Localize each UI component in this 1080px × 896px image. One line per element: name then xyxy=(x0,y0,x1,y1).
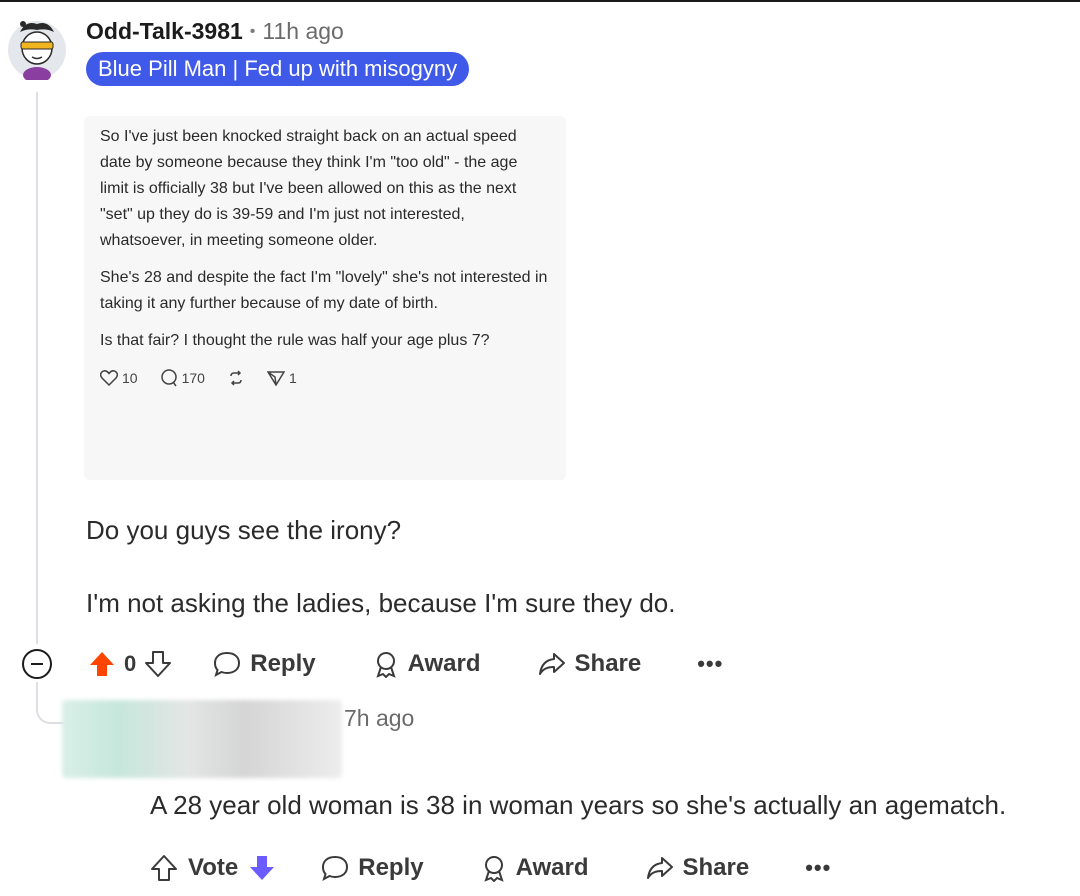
vote-label: Vote xyxy=(188,854,239,881)
send-icon xyxy=(266,371,285,386)
timestamp[interactable]: 11h ago xyxy=(262,18,343,45)
embed-repost xyxy=(227,370,245,386)
embedded-post-image[interactable]: So I've just been knocked straight back … xyxy=(84,116,566,480)
reply-actions: Vote Reply Award Share ••• xyxy=(150,848,831,888)
embed-likes: 10 xyxy=(100,365,138,391)
share-label: Share xyxy=(574,650,642,677)
reply-timestamp[interactable]: 7h ago xyxy=(344,705,414,732)
user-flair: Blue Pill Man | Fed up with misogyny xyxy=(86,52,470,86)
username[interactable]: Odd-Talk-3981 xyxy=(86,18,243,45)
award-label: Award xyxy=(407,650,481,677)
reply-label: Reply xyxy=(358,854,424,881)
share-button[interactable]: Share xyxy=(645,854,750,882)
reply-button[interactable]: Reply xyxy=(212,650,316,678)
comment-body-line: I'm not asking the ladies, because I'm s… xyxy=(86,588,676,618)
comment-bubble-icon xyxy=(322,855,349,882)
embed-comments-count: 170 xyxy=(181,370,205,386)
comment-bubble-icon xyxy=(160,369,177,387)
top-border xyxy=(0,0,1080,2)
collapse-thread-button[interactable] xyxy=(22,649,52,679)
embed-stats: 10 170 1 xyxy=(100,365,550,391)
embed-paragraph: She's 28 and despite the fact I'm "lovel… xyxy=(100,269,548,312)
upvote-button[interactable] xyxy=(88,650,116,678)
more-options-button[interactable]: ••• xyxy=(697,651,723,677)
upvote-arrow-icon xyxy=(90,652,114,676)
award-button[interactable]: Award xyxy=(372,650,481,678)
award-button[interactable]: Award xyxy=(480,854,589,882)
embed-likes-count: 10 xyxy=(122,370,138,386)
heart-icon xyxy=(100,370,118,386)
upvote-button[interactable] xyxy=(150,854,178,882)
meta-separator: • xyxy=(249,22,256,40)
thread-line[interactable] xyxy=(36,92,38,644)
more-options-button[interactable]: ••• xyxy=(805,855,831,881)
comment-actions: 0 Reply Award Share ••• xyxy=(22,644,723,684)
downvote-arrow-icon xyxy=(145,651,172,677)
award-icon xyxy=(483,856,504,882)
blurred-user-info xyxy=(62,700,342,778)
upvote-arrow-icon xyxy=(151,855,177,881)
embed-shares: 1 xyxy=(266,365,297,391)
downvote-button[interactable] xyxy=(248,854,276,882)
embed-paragraph: Is that fair? I thought the rule was hal… xyxy=(100,332,490,349)
share-icon xyxy=(538,653,565,675)
share-icon xyxy=(646,857,673,879)
vote-score: 0 xyxy=(124,651,137,676)
embed-paragraph: So I've just been knocked straight back … xyxy=(100,128,518,249)
award-icon xyxy=(375,652,396,678)
embed-shares-count: 1 xyxy=(288,370,297,386)
share-label: Share xyxy=(682,854,750,881)
avatar[interactable] xyxy=(6,14,68,83)
embed-comments: 170 xyxy=(160,365,205,391)
award-label: Award xyxy=(515,854,589,881)
reply-label: Reply xyxy=(250,650,316,677)
reply-button[interactable]: Reply xyxy=(320,854,424,882)
reply-body: A 28 year old woman is 38 in woman years… xyxy=(150,790,1007,820)
share-button[interactable]: Share xyxy=(537,650,642,678)
repost-icon xyxy=(230,370,242,386)
downvote-button[interactable] xyxy=(144,650,172,678)
comment-bubble-icon xyxy=(214,651,241,678)
downvote-arrow-icon xyxy=(250,856,275,880)
comment-body-line: Do you guys see the irony? xyxy=(86,515,402,545)
comment-meta: Odd-Talk-3981 • 11h ago xyxy=(86,18,344,45)
